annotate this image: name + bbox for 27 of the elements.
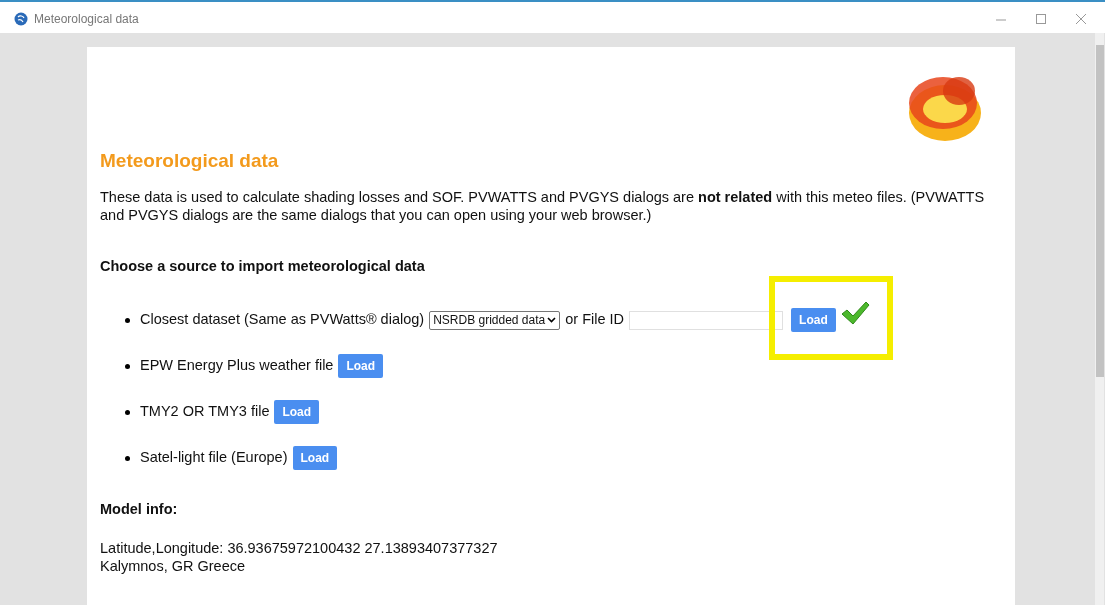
bullet-icon (125, 317, 130, 323)
app-icon (14, 11, 28, 26)
bullet-icon (125, 455, 130, 461)
chevron-down-icon (547, 317, 557, 324)
close-icon[interactable] (1075, 12, 1087, 25)
load-button[interactable]: Load (338, 354, 384, 379)
load-button[interactable]: Load (274, 400, 320, 425)
scrollbar[interactable] (1095, 33, 1104, 605)
page-heading: Meteorological data (100, 149, 280, 173)
source-label: TMY2 OR TMY3 file (140, 402, 270, 422)
model-info-line: Kalymnos, GR Greece (100, 557, 247, 575)
dataset-select[interactable]: NSRDB gridded data (429, 310, 561, 330)
source-label: Satel-light file (Europe) (140, 448, 288, 468)
load-button[interactable]: Load (791, 308, 836, 333)
bullet-icon (125, 363, 130, 369)
file-id-field[interactable] (629, 310, 784, 330)
separator-label: or File ID (565, 310, 625, 330)
maximize-icon[interactable] (1035, 12, 1047, 25)
section-heading: Model info: (100, 500, 179, 520)
load-button[interactable]: Load (292, 446, 338, 471)
window-title: Meteorological data (34, 10, 139, 28)
bullet-icon (125, 409, 130, 415)
source-label: Closest dataset (Same as PVWatts® dialog) (140, 310, 425, 330)
source-label: EPW Energy Plus weather file (140, 356, 334, 376)
intro-paragraph: These data is used to calculate shading losses and SOF. PVWATTS and PVGYS dialogs are not related with this meteo files. (PVWATTS and PVGYS dialogs are the same dialogs that you can open using your web browser.) (100, 187, 986, 224)
model-info-line: Latitude,Longitude: 36.93675972100432 27.13893407377327 (100, 539, 499, 557)
section-heading: Choose a source to import meteorological data (100, 256, 426, 276)
